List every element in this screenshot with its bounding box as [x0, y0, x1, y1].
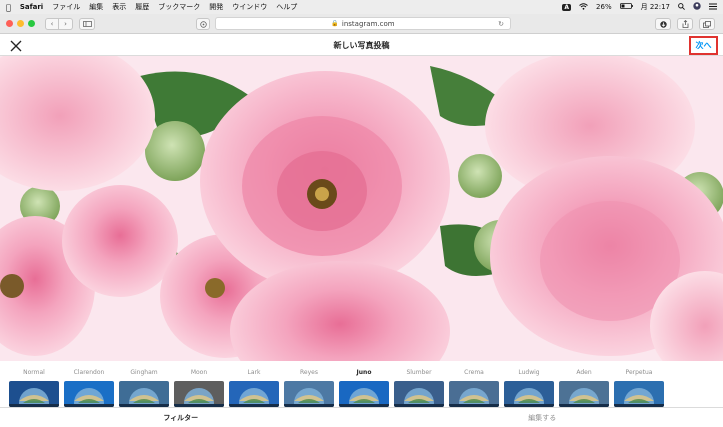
flower-photo: [0, 56, 723, 361]
url-text: instagram.com: [341, 19, 395, 28]
filter-reyes[interactable]: Reyes: [284, 368, 334, 407]
photo-preview: [0, 56, 723, 361]
menu-history[interactable]: 履歴: [135, 2, 149, 12]
close-icon: [10, 40, 22, 52]
filter-label: Gingham: [130, 369, 158, 376]
spotlight-search-icon[interactable]: [678, 2, 685, 12]
menu-edit[interactable]: 編集: [89, 2, 103, 12]
filter-juno[interactable]: Juno: [339, 368, 389, 407]
filter-label: Clarendon: [73, 369, 105, 376]
filter-label: Slumber: [406, 369, 432, 376]
menu-app-name[interactable]: Safari: [20, 3, 43, 11]
filter-thumbnail[interactable]: [64, 381, 114, 407]
filter-thumbnail[interactable]: [449, 381, 499, 407]
lock-icon: 🔒: [331, 20, 339, 27]
menu-help[interactable]: ヘルプ: [276, 2, 297, 12]
address-bar[interactable]: 🔒 instagram.com ↻: [215, 17, 511, 30]
next-button[interactable]: 次へ: [689, 36, 718, 55]
battery-percent: 26%: [596, 3, 612, 11]
forward-button[interactable]: ›: [59, 17, 73, 30]
sidebar-button[interactable]: [79, 17, 95, 30]
privacy-report-button[interactable]: [196, 18, 210, 30]
filter-label: Perpetua: [625, 369, 653, 376]
filter-thumbnail[interactable]: [119, 381, 169, 407]
control-center-icon[interactable]: [709, 3, 717, 12]
filter-thumbnail[interactable]: [614, 381, 664, 407]
apple-icon[interactable]: : [6, 3, 11, 12]
filter-moon[interactable]: Moon: [174, 368, 224, 407]
filter-thumbnail[interactable]: [339, 381, 389, 407]
sidebar-icon: [82, 20, 92, 27]
close-window-button[interactable]: [6, 20, 13, 27]
filter-perpetua[interactable]: Perpetua: [614, 368, 664, 407]
chevron-right-icon: ›: [64, 19, 67, 28]
filter-aden[interactable]: Aden: [559, 368, 609, 407]
downloads-button[interactable]: [655, 18, 671, 30]
filter-label: Aden: [576, 369, 592, 376]
menu-clock[interactable]: 月 22:17: [641, 2, 670, 12]
macos-menu-bar:  Safari ファイル 編集 表示 履歴 ブックマーク 開発 ウインドウ ヘ…: [0, 0, 723, 14]
download-icon: [659, 20, 667, 28]
tabs-icon: [703, 20, 711, 28]
chevron-left-icon: ‹: [50, 19, 54, 28]
user-avatar-icon[interactable]: [693, 2, 701, 12]
filter-strip: Normal Clarendon Gingham Moon Lark Reyes…: [0, 361, 723, 407]
filter-thumbnail[interactable]: [559, 381, 609, 407]
filter-thumbnail[interactable]: [229, 381, 279, 407]
page-title: 新しい写真投稿: [333, 40, 390, 50]
menu-window[interactable]: ウインドウ: [232, 2, 267, 12]
menu-bookmarks[interactable]: ブックマーク: [158, 2, 200, 12]
tab-filter[interactable]: フィルター: [0, 408, 362, 427]
filter-thumbnail[interactable]: [504, 381, 554, 407]
window-controls: [6, 20, 35, 27]
shield-icon: [199, 20, 207, 28]
filter-ludwig[interactable]: Ludwig: [504, 368, 554, 407]
share-icon: [682, 20, 688, 28]
battery-icon[interactable]: [619, 3, 633, 11]
close-editor-button[interactable]: [9, 38, 23, 52]
filter-thumbnail[interactable]: [174, 381, 224, 407]
filter-normal[interactable]: Normal: [9, 368, 59, 407]
filter-crema[interactable]: Crema: [449, 368, 499, 407]
input-source-badge[interactable]: A: [562, 3, 572, 11]
filter-label: Ludwig: [518, 369, 540, 376]
filter-slumber[interactable]: Slumber: [394, 368, 444, 407]
menu-develop[interactable]: 開発: [209, 2, 223, 12]
filter-label: Juno: [356, 369, 372, 376]
filter-label: Lark: [247, 369, 261, 376]
filter-gingham[interactable]: Gingham: [119, 368, 169, 407]
editor-tabs: フィルター 編集する: [0, 407, 723, 427]
tab-edit[interactable]: 編集する: [362, 408, 723, 427]
wifi-icon[interactable]: [579, 2, 588, 12]
filter-lark[interactable]: Lark: [229, 368, 279, 407]
filter-label: Moon: [190, 369, 208, 376]
zoom-window-button[interactable]: [28, 20, 35, 27]
minimize-window-button[interactable]: [17, 20, 24, 27]
menu-file[interactable]: ファイル: [52, 2, 80, 12]
nav-buttons: ‹ ›: [45, 17, 73, 30]
filter-label: Normal: [23, 369, 45, 376]
menu-view[interactable]: 表示: [112, 2, 126, 12]
filter-label: Reyes: [300, 369, 318, 376]
tab-overview-button[interactable]: [699, 18, 715, 30]
filter-clarendon[interactable]: Clarendon: [64, 368, 114, 407]
filter-thumbnail[interactable]: [284, 381, 334, 407]
back-button[interactable]: ‹: [45, 17, 59, 30]
filter-label: Crema: [464, 369, 484, 376]
safari-toolbar: ‹ › 🔒 instagram.com ↻: [0, 14, 723, 34]
share-button[interactable]: [677, 18, 693, 30]
filter-thumbnail[interactable]: [394, 381, 444, 407]
reload-icon[interactable]: ↻: [498, 20, 504, 28]
filter-thumbnail[interactable]: [9, 381, 59, 407]
post-editor-header: 新しい写真投稿 次へ: [0, 35, 723, 56]
